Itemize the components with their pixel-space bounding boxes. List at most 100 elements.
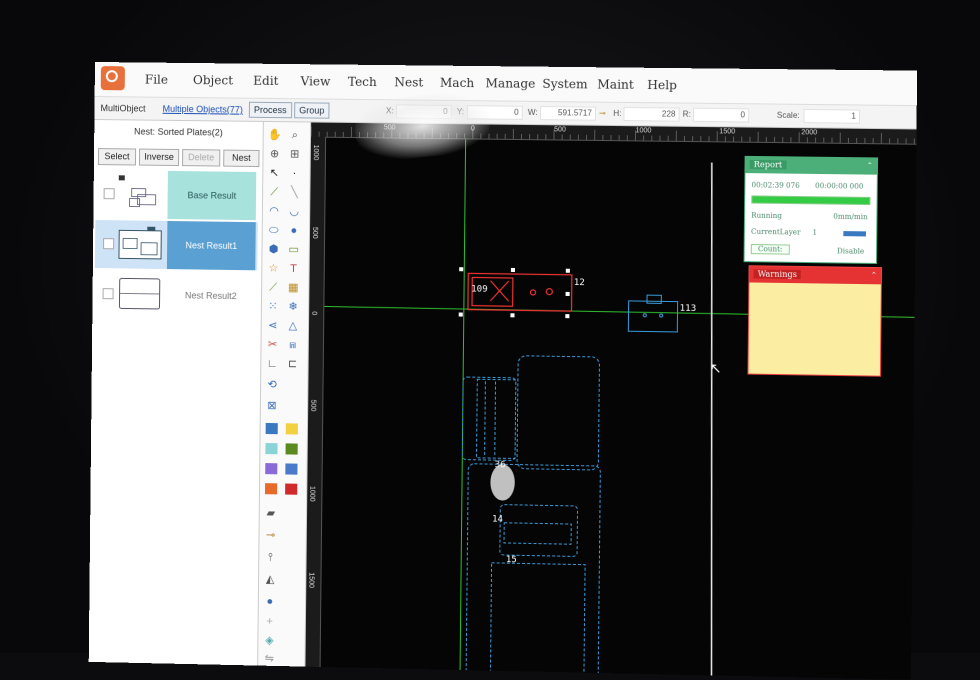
eraser-icon[interactable]: ▰	[264, 506, 278, 520]
swap-icon[interactable]: ⇋	[262, 652, 276, 666]
fit-view-icon[interactable]: ⊞	[288, 147, 302, 161]
result-checkbox[interactable]	[103, 288, 114, 299]
crosshair-icon[interactable]: +	[263, 615, 277, 629]
menu-tech[interactable]: Tech	[348, 75, 377, 89]
nest-button[interactable]: Nest	[223, 150, 259, 167]
text-icon[interactable]: T	[286, 262, 300, 276]
process-button[interactable]: Process	[249, 102, 292, 119]
color-swatch[interactable]	[265, 483, 277, 494]
collapse-icon[interactable]: ⌃	[871, 271, 877, 279]
color-swatch[interactable]	[265, 443, 277, 454]
inverse-button[interactable]: Inverse	[139, 149, 179, 167]
array-icon[interactable]: ⁙	[266, 300, 280, 314]
ruler-label: 1000	[312, 145, 319, 161]
layer-value: 1	[812, 229, 817, 237]
ruler-label: 1500	[719, 128, 735, 135]
pan-hand-icon[interactable]: ✋	[268, 128, 282, 142]
node-edit-icon[interactable]: ⟋	[267, 185, 281, 199]
color-swatch[interactable]	[286, 443, 298, 454]
rotate-icon[interactable]: ⟲	[265, 378, 279, 392]
report-title: Report	[750, 160, 787, 170]
bridge-icon[interactable]: ⩎	[286, 338, 300, 352]
star-icon[interactable]: ☆	[266, 261, 280, 275]
h-field[interactable]: 228	[623, 107, 679, 122]
color-swatch[interactable]	[285, 463, 297, 474]
menu-manage[interactable]: Manage	[485, 76, 535, 91]
result-label[interactable]: Nest Result2	[166, 271, 255, 320]
corner-icon[interactable]: ∟	[265, 357, 279, 371]
menu-system[interactable]: System	[542, 77, 587, 92]
part-label: 36	[495, 460, 506, 470]
point-icon[interactable]: ·	[287, 166, 301, 180]
select-button[interactable]: Select	[98, 148, 136, 165]
mode-label: MultiObject	[100, 103, 145, 114]
result-label[interactable]: Base Result	[167, 171, 256, 220]
simulate-icon[interactable]: ◭	[263, 572, 277, 586]
lead-in-icon[interactable]: ⋖	[266, 319, 280, 333]
warnings-panel: Warnings ⌃	[747, 265, 882, 376]
color-swatch[interactable]	[286, 423, 298, 434]
nested-parts	[460, 355, 602, 680]
transform-icon[interactable]: ⊠	[265, 399, 279, 413]
measure-icon[interactable]: ⟋	[266, 280, 280, 294]
selection-link[interactable]: Multiple Objects(77)	[163, 104, 243, 115]
mirror-icon[interactable]: △	[286, 319, 300, 333]
select-arrow-icon[interactable]: ↖	[267, 166, 281, 180]
menu-mach[interactable]: Mach	[440, 76, 474, 90]
scale-field[interactable]: 1	[803, 109, 860, 124]
tool-palette: ✋ ⌕ ⊕ ⊞ ↖ · ⟋ ╲ ◠ ◡ ⬭ ● ⬢ ▭ ☆ T ⟋ ▦ ⁙ ❄ …	[258, 122, 311, 667]
laser-torch-icon[interactable]: ⫯	[263, 550, 277, 564]
group-button[interactable]: Group	[294, 102, 329, 118]
collapse-icon[interactable]: ⌃	[867, 161, 873, 169]
color-swatch[interactable]	[265, 463, 277, 474]
origin-icon[interactable]: ◈	[262, 634, 276, 648]
plate-edge-line	[706, 163, 717, 676]
r-label: R:	[683, 110, 691, 119]
zoom-icon[interactable]: ⌕	[288, 128, 302, 142]
ruler-label: 1000	[308, 486, 315, 502]
ellipse-icon[interactable]: ⬭	[267, 223, 281, 237]
menu-file[interactable]: File	[145, 73, 168, 87]
menu-help[interactable]: Help	[647, 78, 677, 92]
part-label: 15	[506, 555, 517, 565]
result-row-base[interactable]: Base Result	[95, 170, 258, 220]
count-button[interactable]: Count:	[751, 244, 790, 255]
layer-label: CurrentLayer	[751, 228, 801, 237]
ruler-label: 1500	[307, 572, 314, 588]
image-icon[interactable]: ▦	[286, 281, 300, 295]
cut-icon[interactable]: ✂	[265, 338, 279, 352]
menu-edit[interactable]: Edit	[253, 74, 278, 88]
status-label: Running	[751, 212, 782, 221]
arc-3pt-icon[interactable]: ◡	[287, 205, 301, 219]
menu-nest[interactable]: Nest	[394, 75, 423, 89]
info-icon[interactable]: ●	[263, 594, 277, 608]
rectangle-icon[interactable]: ▭	[287, 243, 301, 257]
result-row-nest1[interactable]: Nest Result1	[95, 220, 258, 270]
zoom-window-icon[interactable]: ⊕	[267, 147, 281, 161]
w-field[interactable]: 591.5717	[540, 106, 596, 121]
result-checkbox[interactable]	[103, 238, 114, 249]
circle-icon[interactable]: ●	[287, 224, 301, 238]
app-logo-icon[interactable]	[101, 66, 125, 90]
arc-icon[interactable]: ◠	[267, 204, 281, 218]
snowflake-icon[interactable]: ❄	[286, 300, 300, 314]
polygon-icon[interactable]: ⬢	[266, 242, 280, 256]
r-field[interactable]: 0	[693, 108, 749, 123]
color-swatch[interactable]	[266, 423, 278, 434]
progress-bar	[751, 195, 870, 205]
line-icon[interactable]: ╲	[287, 185, 301, 199]
menu-maint[interactable]: Maint	[597, 77, 634, 92]
cutting-head-icon[interactable]: ⊸	[263, 528, 277, 542]
result-thumbnail	[116, 274, 162, 313]
part-label: 113	[680, 304, 697, 314]
delete-button[interactable]: Delete	[182, 149, 220, 166]
color-swatch[interactable]	[285, 484, 297, 495]
break-icon[interactable]: ⊏	[285, 357, 299, 371]
result-label[interactable]: Nest Result1	[167, 221, 256, 270]
lock-ratio-icon[interactable]: ⊸	[599, 109, 606, 118]
result-row-nest2[interactable]: Nest Result2	[94, 270, 257, 320]
mouse-cursor-icon: ↖	[710, 360, 722, 377]
menu-view[interactable]: View	[300, 74, 330, 88]
menu-object[interactable]: Object	[193, 73, 233, 87]
result-checkbox[interactable]	[104, 188, 115, 199]
